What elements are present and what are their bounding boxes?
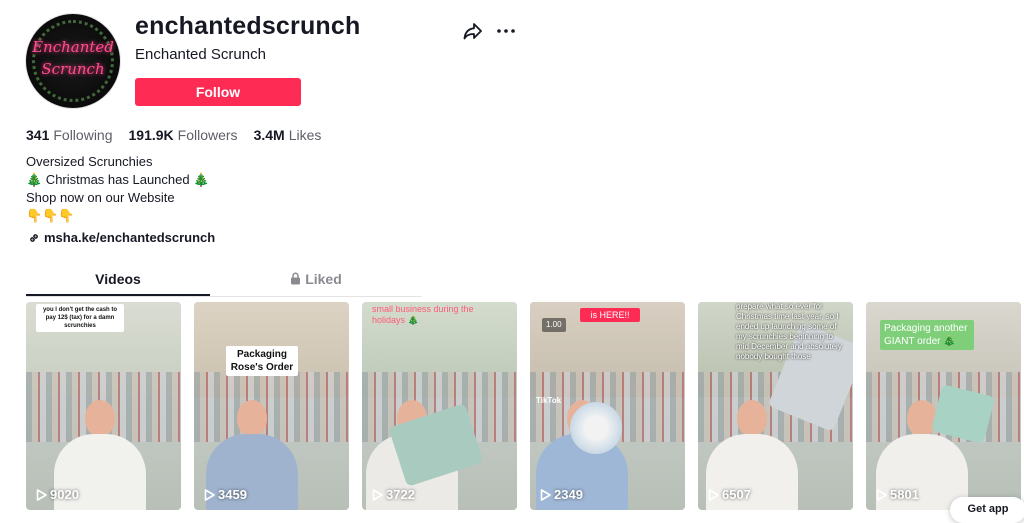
view-count: 3459 — [204, 487, 247, 502]
speed-badge: 1.00 — [542, 318, 566, 332]
christmas-tree-icon: 🎄 — [193, 172, 210, 187]
profile-bio: Oversized Scrunchies 🎄 Christmas has Lau… — [26, 153, 209, 225]
tabs-divider — [26, 296, 422, 297]
video-card[interactable]: you I don't get the cash to pay 12$ (tax… — [26, 302, 181, 510]
scrunchie — [570, 402, 622, 454]
video-card[interactable]: Packaging another GIANT order 🎄 5801 — [866, 302, 1021, 510]
play-icon — [204, 488, 215, 501]
lock-icon — [291, 272, 301, 285]
avatar-logo-line1: Enchanted — [32, 38, 114, 56]
video-card[interactable]: Packaging Rose's Order 3459 — [194, 302, 349, 510]
view-count-value: 2349 — [554, 487, 583, 502]
play-icon — [876, 488, 887, 501]
bio-line-2: 🎄 Christmas has Launched 🎄 — [26, 171, 209, 189]
profile-link-text: msha.ke/enchantedscrunch — [44, 230, 216, 245]
view-count-value: 3722 — [386, 487, 415, 502]
view-count: 6507 — [708, 487, 751, 502]
view-count-value: 5801 — [890, 487, 919, 502]
view-count-value: 6507 — [722, 487, 751, 502]
view-count: 3722 — [372, 487, 415, 502]
video-caption: Packaging Rose's Order — [226, 346, 298, 376]
tab-liked[interactable]: Liked — [224, 262, 408, 296]
video-grid: you I don't get the cash to pay 12$ (tax… — [26, 302, 1024, 512]
followers-count: 191.9K — [128, 127, 174, 143]
profile-stats: 341 Following 191.9K Followers 3.4M Likes — [26, 127, 337, 143]
video-caption: Packaging another GIANT order 🎄 — [880, 320, 974, 350]
profile-tabs: Videos Liked — [26, 262, 422, 297]
bio-line-2-text: Christmas has Launched — [42, 172, 194, 187]
video-caption: you I don't get the cash to pay 12$ (tax… — [36, 304, 124, 332]
play-icon — [372, 488, 383, 501]
video-card[interactable]: prepare what so ever for Christmas time … — [698, 302, 853, 510]
tab-videos[interactable]: Videos — [26, 262, 210, 296]
video-card[interactable]: small business during the holidays 🎄 372… — [362, 302, 517, 510]
likes-stat: 3.4M Likes — [254, 127, 322, 143]
video-caption: small business during the holidays 🎄 — [372, 304, 474, 325]
video-caption: prepare what so ever for Christmas time … — [736, 302, 842, 361]
bio-line-3: Shop now on our Website — [26, 190, 175, 205]
view-count-value: 9020 — [50, 487, 79, 502]
likes-count: 3.4M — [253, 127, 285, 143]
bio-line-4: 👇👇👇 — [26, 208, 75, 223]
video-caption: is HERE!! — [580, 308, 640, 322]
profile-username: enchantedscrunch — [135, 12, 361, 40]
play-icon — [540, 488, 551, 501]
followers-stat[interactable]: 191.9K Followers — [129, 127, 238, 143]
following-count: 341 — [26, 127, 50, 143]
likes-label: Likes — [288, 127, 322, 143]
profile-link[interactable]: msha.ke/enchantedscrunch — [28, 230, 215, 245]
bio-line-1: Oversized Scrunchies — [26, 154, 153, 169]
tiktok-watermark: TikTok — [536, 396, 562, 405]
profile-avatar[interactable]: Enchanted Scrunch — [26, 14, 120, 108]
view-count-value: 3459 — [218, 487, 247, 502]
share-icon[interactable] — [463, 22, 483, 40]
following-stat[interactable]: 341 Following — [26, 127, 113, 143]
christmas-tree-icon: 🎄 — [26, 172, 43, 187]
play-icon — [36, 488, 47, 501]
followers-label: Followers — [177, 127, 238, 143]
play-icon — [708, 488, 719, 501]
view-count: 5801 — [876, 487, 919, 502]
following-label: Following — [53, 127, 113, 143]
more-options-icon[interactable] — [496, 22, 516, 40]
tab-liked-label: Liked — [305, 271, 342, 287]
view-count: 2349 — [540, 487, 583, 502]
link-icon — [30, 233, 38, 242]
view-count: 9020 — [36, 487, 79, 502]
video-card[interactable]: is HERE!! 1.00 TikTok 2349 — [530, 302, 685, 510]
avatar-logo-line2: Scrunch — [41, 60, 105, 78]
profile-nickname: Enchanted Scrunch — [135, 46, 266, 63]
follow-button[interactable]: Follow — [135, 78, 301, 106]
get-app-button[interactable]: Get app — [950, 497, 1024, 523]
